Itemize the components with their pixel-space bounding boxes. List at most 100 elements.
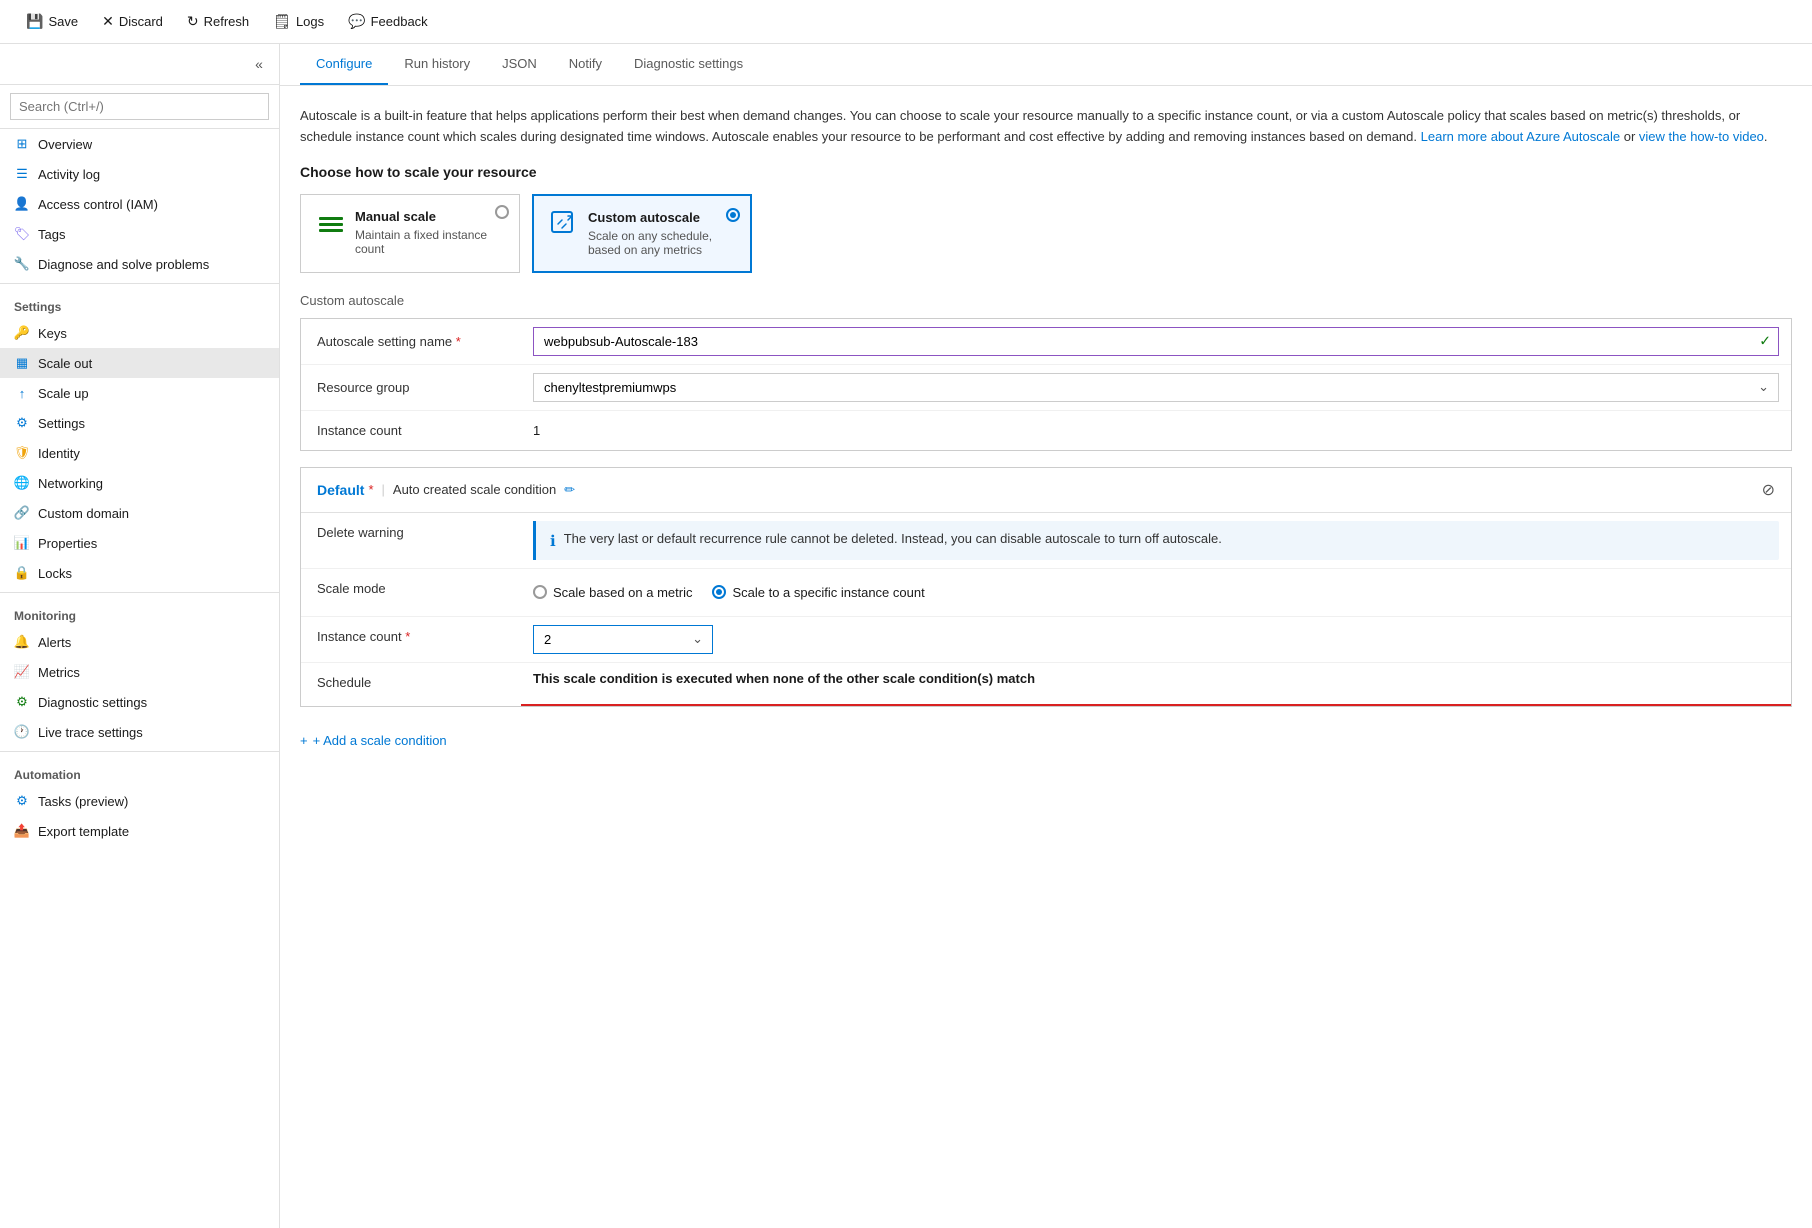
sidebar-item-scale-out[interactable]: ▦ Scale out [0,348,279,378]
sidebar-item-identity[interactable]: 🛡 Identity [0,438,279,468]
scale-mode-metric-option[interactable]: Scale based on a metric [533,585,692,600]
tab-json[interactable]: JSON [486,44,553,85]
scale-mode-instance-option[interactable]: Scale to a specific instance count [712,585,924,600]
save-button[interactable]: 💾 Save [16,8,88,35]
sidebar-item-diagnostic-settings[interactable]: ⚙ Diagnostic settings [0,687,279,717]
instance-count-row: Instance count 1 [301,411,1791,450]
discard-button[interactable]: ✕ Discard [92,8,173,35]
custom-autoscale-radio[interactable] [726,206,740,222]
tab-run-history[interactable]: Run history [388,44,486,85]
sidebar-item-activity-log[interactable]: ☰ Activity log [0,159,279,189]
networking-icon: 🌐 [14,475,30,491]
manual-scale-icon [317,209,345,237]
manual-scale-radio[interactable] [495,205,509,222]
resource-group-value-area: chenyltestpremiumwps [521,365,1791,410]
sidebar-item-live-trace[interactable]: 🕐 Live trace settings [0,717,279,747]
diagnostic-settings-icon: ⚙ [14,694,30,710]
properties-icon: 📊 [14,535,30,551]
sidebar-item-metrics[interactable]: 📈 Metrics [0,657,279,687]
delete-warning-label: Delete warning [301,513,521,552]
feedback-button[interactable]: 💬 Feedback [338,8,438,35]
sidebar-item-access-control[interactable]: 👤 Access control (IAM) [0,189,279,219]
overview-icon: ⊞ [14,136,30,152]
delete-warning-row: Delete warning ℹ The very last or defaul… [301,513,1791,569]
setting-name-input-wrap: ✓ [533,327,1779,356]
main-content: Configure Run history JSON Notify Diagno… [280,44,1812,1228]
resource-group-label: Resource group [301,368,521,407]
condition-header: Default * | Auto created scale condition… [301,468,1791,513]
manual-scale-title: Manual scale [355,209,503,224]
scale-metric-radio-indicator [533,585,547,599]
sidebar-item-locks[interactable]: 🔒 Locks [0,558,279,588]
tab-diagnostic-settings[interactable]: Diagnostic settings [618,44,759,85]
custom-autoscale-radio-indicator [726,208,740,222]
sidebar-item-tasks[interactable]: ⚙ Tasks (preview) [0,786,279,816]
condition-edit-icon[interactable]: ✏ [564,482,575,498]
sidebar-item-networking[interactable]: 🌐 Networking [0,468,279,498]
manual-scale-card[interactable]: Manual scale Maintain a fixed instance c… [300,194,520,273]
sidebar-collapse-area: « [0,44,279,85]
settings-icon: ⚙ [14,415,30,431]
learn-more-link[interactable]: Learn more about Azure Autoscale [1421,129,1620,144]
custom-autoscale-icon [550,210,578,238]
scale-mode-value: Scale based on a metric Scale to a speci… [521,569,1791,616]
tab-notify[interactable]: Notify [553,44,618,85]
sidebar-item-custom-domain[interactable]: 🔗 Custom domain [0,498,279,528]
custom-autoscale-card[interactable]: Custom autoscale Scale on any schedule, … [532,194,752,273]
search-input[interactable] [10,93,269,120]
refresh-button[interactable]: ↻ Refresh [177,8,259,35]
condition-instance-count-req: * [405,629,410,644]
logs-icon: 🗒 [273,13,291,30]
collapse-sidebar-button[interactable]: « [247,52,271,76]
condition-title: Default [317,482,364,498]
condition-asterisk: * [368,482,373,497]
scale-mode-radio-group: Scale based on a metric Scale to a speci… [533,577,1779,608]
tasks-icon: ⚙ [14,793,30,809]
setting-name-row: Autoscale setting name * ✓ [301,319,1791,365]
condition-delete-icon[interactable]: ⊘ [1762,480,1775,500]
scale-heading: Choose how to scale your resource [300,164,1792,180]
resource-group-row: Resource group chenyltestpremiumwps [301,365,1791,411]
sidebar-item-keys[interactable]: 🔑 Keys [0,318,279,348]
sidebar-item-scale-up[interactable]: ↑ Scale up [0,378,279,408]
feedback-icon: 💬 [348,13,365,30]
info-icon: ℹ [550,532,556,550]
scale-cards: Manual scale Maintain a fixed instance c… [300,194,1792,273]
automation-section-label: Automation [0,756,279,786]
instance-count-select[interactable]: 2 [533,625,713,654]
sidebar: « ⊞ Overview ☰ Activity log 👤 Access con… [0,44,280,1228]
tab-configure[interactable]: Configure [300,44,388,85]
scale-mode-label: Scale mode [301,569,521,608]
instance-count-label: Instance count [301,411,521,450]
content-body: Autoscale is a built-in feature that hel… [280,86,1812,768]
setting-name-value-area: ✓ [521,319,1791,364]
settings-section-label: Settings [0,288,279,318]
add-scale-condition-link[interactable]: + + Add a scale condition [300,733,447,748]
logs-button[interactable]: 🗒 Logs [263,8,334,35]
scale-out-icon: ▦ [14,355,30,371]
sidebar-item-settings[interactable]: ⚙ Settings [0,408,279,438]
setting-name-valid-icon: ✓ [1759,333,1771,350]
setting-name-label: Autoscale setting name * [301,322,521,361]
custom-autoscale-content: Custom autoscale Scale on any schedule, … [588,210,734,257]
tab-bar: Configure Run history JSON Notify Diagno… [280,44,1812,86]
sidebar-item-diagnose[interactable]: 🔧 Diagnose and solve problems [0,249,279,279]
sidebar-item-overview[interactable]: ⊞ Overview [0,129,279,159]
sidebar-item-tags[interactable]: 🏷 Tags [0,219,279,249]
save-icon: 💾 [26,13,43,30]
sidebar-search-area [0,85,279,129]
schedule-label: Schedule [301,663,521,702]
tags-icon: 🏷 [14,226,30,242]
sidebar-item-export-template[interactable]: 📤 Export template [0,816,279,846]
discard-icon: ✕ [102,13,114,30]
sidebar-item-alerts[interactable]: 🔔 Alerts [0,627,279,657]
resource-group-select[interactable]: chenyltestpremiumwps [533,373,1779,402]
delete-warning-value: ℹ The very last or default recurrence ru… [521,513,1791,568]
sidebar-item-properties[interactable]: 📊 Properties [0,528,279,558]
keys-icon: 🔑 [14,325,30,341]
monitoring-section-label: Monitoring [0,597,279,627]
add-icon: + [300,733,308,748]
how-to-video-link[interactable]: view the how-to video [1639,129,1764,144]
setting-name-input[interactable] [533,327,1779,356]
custom-domain-icon: 🔗 [14,505,30,521]
